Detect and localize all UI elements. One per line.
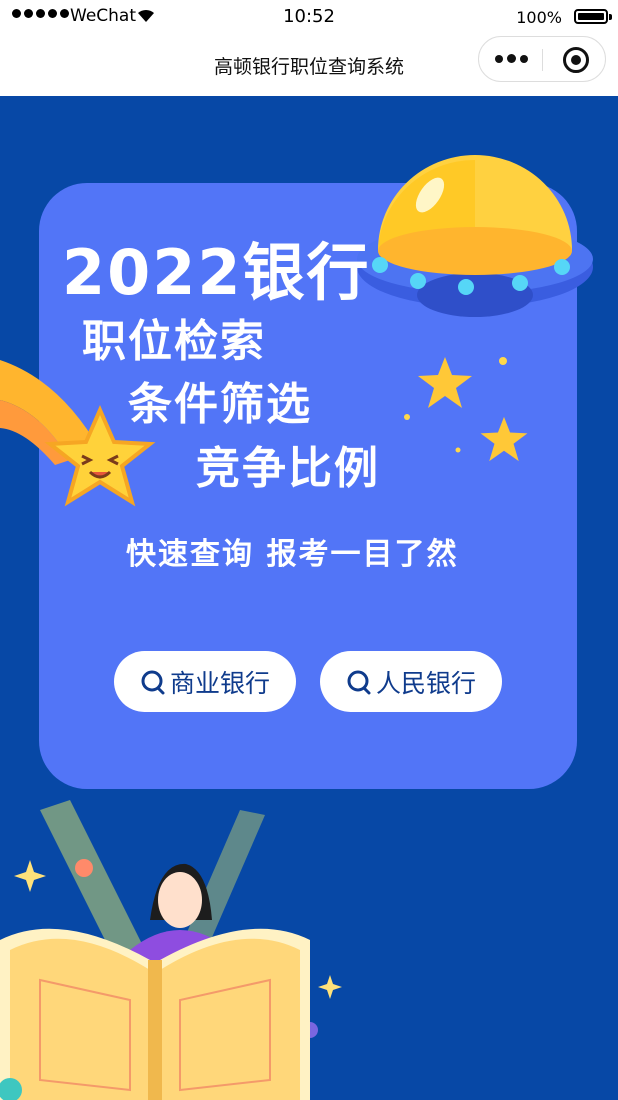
- sparkle-dot: [404, 414, 410, 420]
- tagline: 快速查询 报考一目了然: [126, 537, 459, 572]
- headline-line-2: 条件筛选: [128, 379, 312, 430]
- battery-icon: [574, 9, 608, 24]
- sparkle-dot: [455, 447, 461, 453]
- commercial-bank-button[interactable]: 商业银行: [114, 651, 296, 712]
- sparkle-dot: [499, 357, 507, 365]
- search-icon: [141, 670, 165, 694]
- headline-line-1: 职位检索: [82, 316, 266, 367]
- headline-year: 2022银行: [62, 236, 371, 309]
- reading-girl-illustration: [0, 800, 342, 1100]
- more-icon[interactable]: [495, 50, 528, 63]
- search-icon: [347, 670, 371, 694]
- ufo-illustration: [357, 155, 593, 317]
- status-bar: WeChat 10:52 100%: [0, 0, 618, 34]
- battery-cap: [609, 14, 612, 20]
- peoples-bank-button[interactable]: 人民银行: [320, 651, 502, 712]
- star-icon: [480, 416, 528, 462]
- miniprogram-capsule: [478, 36, 606, 82]
- headline-line-3: 竞争比例: [196, 443, 380, 494]
- battery-percent: 100%: [516, 8, 562, 27]
- peoples-bank-label: 人民银行: [375, 668, 476, 698]
- commercial-bank-label: 商业银行: [169, 668, 270, 698]
- star-icon: [418, 357, 472, 408]
- capsule-divider: [542, 49, 543, 71]
- close-miniprogram-icon[interactable]: [563, 47, 589, 73]
- nav-bar: 高顿银行职位查询系统: [0, 34, 618, 96]
